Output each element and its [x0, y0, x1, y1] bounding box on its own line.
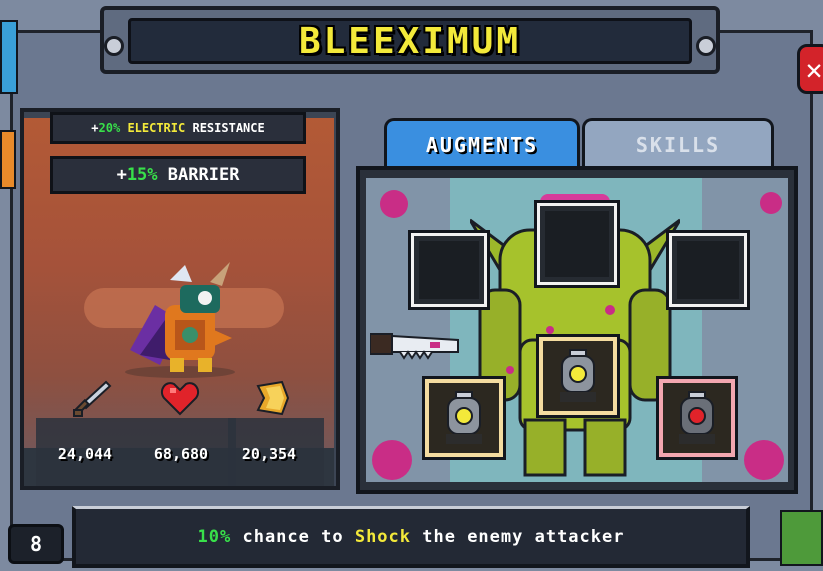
bonus-prefix: + [116, 165, 127, 185]
augment-slot-center[interactable] [536, 334, 620, 418]
tab-augments[interactable]: AUGMENTS [384, 118, 580, 168]
side-tab-left-orange[interactable] [0, 130, 16, 189]
title-plate: BLEEXIMUM [128, 18, 692, 64]
page-title: BLEEXIMUM [298, 20, 522, 62]
monster-sprite [125, 262, 235, 378]
bonus-value: 20% [98, 121, 121, 135]
augment-slot-top[interactable] [534, 200, 620, 288]
chance-value: 10% [197, 526, 232, 547]
augment-stone-icon [446, 391, 482, 444]
heart-icon [160, 382, 200, 416]
barrier-badge: +15% BARRIER [50, 156, 306, 194]
side-tab-left[interactable] [0, 20, 18, 94]
augment-slot-left[interactable] [408, 230, 490, 310]
corner-decoration [780, 510, 823, 566]
defense-value: 20,354 [241, 445, 297, 463]
bonus-type: ELECTRIC [127, 121, 186, 135]
bonus-type: BARRIER [167, 165, 240, 185]
augment-slot-bottom-left[interactable] [422, 376, 506, 460]
augment-slot-right[interactable] [666, 230, 750, 310]
health-value: 68,680 [153, 445, 209, 463]
bonus-prefix: + [91, 121, 99, 135]
bonus-value: 15% [126, 165, 158, 185]
effect-keyword: Shock [354, 526, 412, 547]
paint-splat [744, 440, 784, 480]
augment-slot-bottom-right[interactable] [656, 376, 738, 460]
tab-skills[interactable]: SKILLS [582, 118, 774, 168]
bonus-suffix: RESISTANCE [192, 121, 265, 135]
close-icon: ✕ [805, 52, 823, 86]
saw-icon [370, 333, 459, 360]
attack-value: 24,044 [57, 445, 113, 463]
paint-splat [760, 192, 782, 214]
shield-icon [256, 380, 290, 416]
augment-description: 10% chance to Shock the enemy attacker [72, 506, 750, 568]
level-badge: 8 [8, 524, 64, 564]
augment-stone-icon [560, 349, 596, 402]
description-text: chance to [231, 526, 355, 547]
electric-resistance-badge: +20% ELECTRIC RESISTANCE [50, 112, 306, 144]
bolt-icon [696, 36, 716, 56]
augment-stone-icon [679, 391, 715, 444]
description-text-end: the enemy attacker [411, 526, 625, 547]
bolt-icon [104, 36, 124, 56]
close-button[interactable]: ✕ [797, 44, 823, 94]
paint-splat [380, 190, 408, 218]
paint-splat [372, 440, 412, 480]
sword-icon [73, 380, 112, 417]
